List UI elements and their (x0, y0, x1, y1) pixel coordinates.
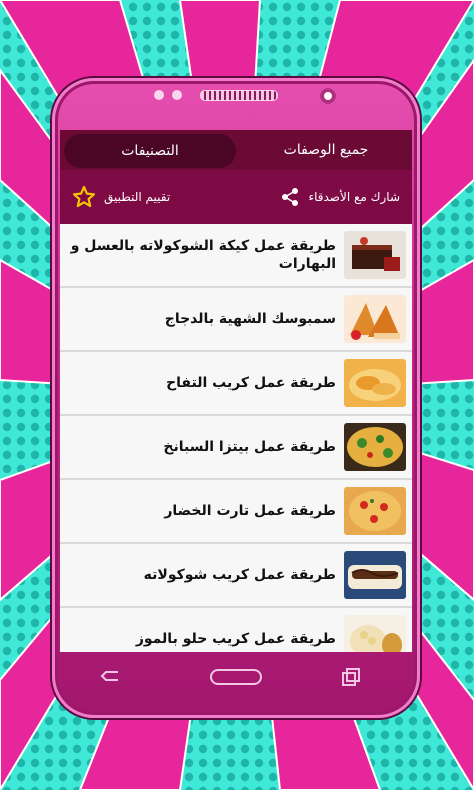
recipe-title: طريقة عمل كريب التفاح (166, 375, 336, 391)
sensor-dot (154, 90, 164, 100)
veg-tart-thumbnail (344, 487, 406, 535)
recipe-title: طريقة عمل كيكة الشوكولاته بالعسل و البها… (70, 238, 336, 272)
list-item[interactable]: طريقة عمل كريب حلو بالموز (60, 608, 412, 652)
back-button[interactable] (100, 666, 122, 688)
list-item[interactable]: طريقة عمل كريب التفاح (60, 352, 412, 416)
speaker-grille (200, 90, 278, 101)
camera-icon (320, 88, 336, 104)
banana-crepe-thumbnail (344, 615, 406, 652)
recipe-list: طريقة عمل كيكة الشوكولاته بالعسل و البها… (60, 224, 412, 652)
recipe-title: طريقة عمل كريب شوكولاته (143, 567, 336, 583)
list-item[interactable]: طريقة عمل كيكة الشوكولاته بالعسل و البها… (60, 224, 412, 288)
recipe-title: طريقة عمل تارت الخضار (164, 503, 336, 519)
list-item[interactable]: سمبوسك الشهية بالدجاج (60, 288, 412, 352)
sensor-dot (172, 90, 182, 100)
chocolate-cake-thumbnail (344, 231, 406, 279)
tab-all-recipes[interactable]: جميع الوصفات (240, 130, 412, 170)
tab-label: التصنيفات (121, 143, 179, 159)
star-icon (72, 185, 96, 208)
rate-label: تقييم التطبيق (104, 190, 171, 204)
tab-label: جميع الوصفات (283, 142, 369, 158)
list-item[interactable]: طريقة عمل بيتزا السبانخ (60, 416, 412, 480)
share-label: شارك مع الأصدقاء (308, 190, 400, 204)
recent-apps-button[interactable] (340, 666, 362, 688)
chocolate-crepe-thumbnail (344, 551, 406, 599)
recipe-title: طريقة عمل بيتزا السبانخ (163, 439, 336, 455)
tab-bar: جميع الوصفات التصنيفات (60, 130, 412, 170)
apple-crepe-thumbnail (344, 359, 406, 407)
share-icon (282, 188, 299, 206)
share-button[interactable]: شارك مع الأصدقاء (280, 187, 400, 207)
home-button[interactable] (210, 666, 262, 688)
back-icon (100, 671, 118, 681)
samosa-thumbnail (344, 295, 406, 343)
rate-button[interactable]: تقييم التطبيق (72, 185, 170, 209)
recipe-title: طريقة عمل كريب حلو بالموز (135, 631, 336, 647)
tab-categories[interactable]: التصنيفات (64, 134, 236, 168)
spinach-pizza-thumbnail (344, 423, 406, 471)
recent-apps-icon (342, 668, 360, 686)
action-bar: شارك مع الأصدقاء تقييم التطبيق (60, 170, 412, 224)
recipe-title: سمبوسك الشهية بالدجاج (164, 311, 336, 327)
app-screen: جميع الوصفات التصنيفات شارك مع الأصدقاء … (60, 130, 412, 652)
phone-nav-bar (60, 652, 412, 706)
home-icon (210, 669, 262, 685)
list-item[interactable]: طريقة عمل تارت الخضار (60, 480, 412, 544)
list-item[interactable]: طريقة عمل كريب شوكولاته (60, 544, 412, 608)
